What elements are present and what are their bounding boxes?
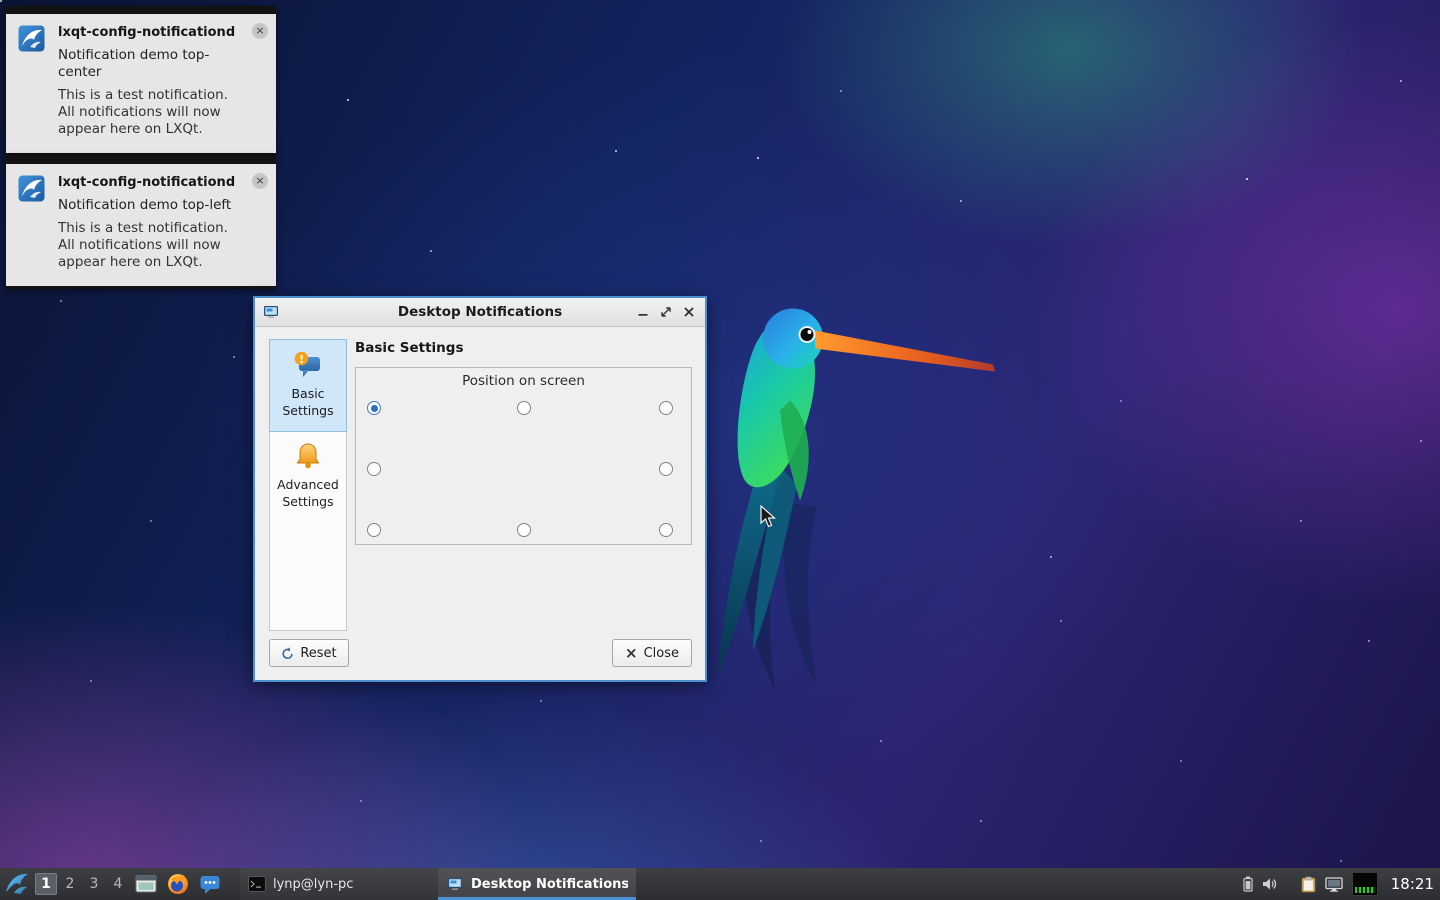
clock[interactable]: 18:21 [1391,875,1434,893]
groupbox-title: Position on screen [356,368,691,389]
minimize-button[interactable] [633,303,652,322]
task-terminal[interactable]: lynp@lyn-pc [240,868,438,900]
position-on-screen-groupbox: Position on screen [355,367,692,545]
reset-button[interactable]: Reset [269,639,349,667]
notification-top-left[interactable]: lxqt-config-notificationd Notification d… [6,156,276,289]
restore-button[interactable] [656,303,675,322]
cpu-monitor-widget[interactable] [1352,872,1378,896]
notification-summary: Notification demo top-left [58,197,244,214]
radio-position-middle-left[interactable] [367,462,381,476]
notification-body: This is a test notification. All notific… [58,87,244,138]
notification-window-icon [263,304,279,320]
sidebar-item-label: Basic Settings [272,385,344,419]
lxqt-logo-icon [18,25,45,52]
notification-app-name: lxqt-config-notificationd [58,175,244,191]
lxqt-logo-icon [18,175,45,202]
desktop-notifications-window: Desktop Notifications [253,296,707,682]
task-list: lynp@lyn-pc Desktop Notifications [240,868,636,900]
workspace-2-button[interactable]: 2 [59,873,81,895]
launcher-window-icon[interactable] [135,873,157,895]
bell-icon [293,441,323,471]
mouse-cursor [760,505,777,528]
close-icon: × [625,647,638,660]
task-label: lynp@lyn-pc [273,877,353,892]
close-icon [684,307,694,317]
close-icon[interactable]: × [252,173,268,189]
stars-decoration [0,0,2,2]
radio-position-bottom-right[interactable] [659,523,673,537]
chat-icon[interactable] [199,873,221,895]
terminal-icon [248,876,266,892]
hummingbird-illustration [695,288,1015,713]
close-button[interactable] [679,303,698,322]
radio-position-middle-right[interactable] [659,462,673,476]
sidebar-item-basic-settings[interactable]: Basic Settings [269,339,347,432]
close-button-label: Close [644,646,679,661]
notification-window-icon [446,876,464,892]
firefox-icon[interactable] [167,873,189,895]
radio-position-bottom-left[interactable] [367,523,381,537]
system-tray: 18:21 [1243,872,1440,896]
radio-position-top-left[interactable] [367,401,381,415]
workspace-4-button[interactable]: 4 [107,873,129,895]
radio-position-top-center[interactable] [517,401,531,415]
workspace-3-button[interactable]: 3 [83,873,105,895]
volume-icon[interactable] [1262,877,1278,891]
notification-body: This is a test notification. All notific… [58,220,244,271]
sidebar-item-label: Advanced Settings [272,476,344,510]
radio-position-top-right[interactable] [659,401,673,415]
restore-icon [661,307,671,317]
battery-icon[interactable] [1243,876,1253,892]
reset-icon [281,647,294,660]
taskbar: 1 2 3 4 lynp@lyn-pc [0,868,1440,900]
notification-stack: lxqt-config-notificationd Notification d… [6,6,276,289]
notification-top-center[interactable]: lxqt-config-notificationd Notification d… [6,6,276,156]
workspace-1-button[interactable]: 1 [35,873,57,895]
display-icon[interactable] [1325,877,1343,892]
section-heading: Basic Settings [355,340,692,356]
settings-sidebar: Basic Settings Advanced Settings [269,339,347,631]
lxqt-menu-button[interactable] [4,871,30,897]
basic-settings-icon [293,350,323,380]
close-button-footer[interactable]: × Close [612,639,692,667]
reset-button-label: Reset [300,646,336,661]
task-label: Desktop Notifications [471,877,628,892]
titlebar[interactable]: Desktop Notifications [255,298,705,327]
close-icon[interactable]: × [252,23,268,39]
sidebar-item-advanced-settings[interactable]: Advanced Settings [270,431,346,522]
notification-summary: Notification demo top-center [58,47,244,81]
radio-position-bottom-center[interactable] [517,523,531,537]
clipboard-icon[interactable] [1301,876,1316,893]
notification-app-name: lxqt-config-notificationd [58,25,244,41]
minimize-icon [638,307,648,317]
task-desktop-notifications[interactable]: Desktop Notifications [438,868,636,900]
